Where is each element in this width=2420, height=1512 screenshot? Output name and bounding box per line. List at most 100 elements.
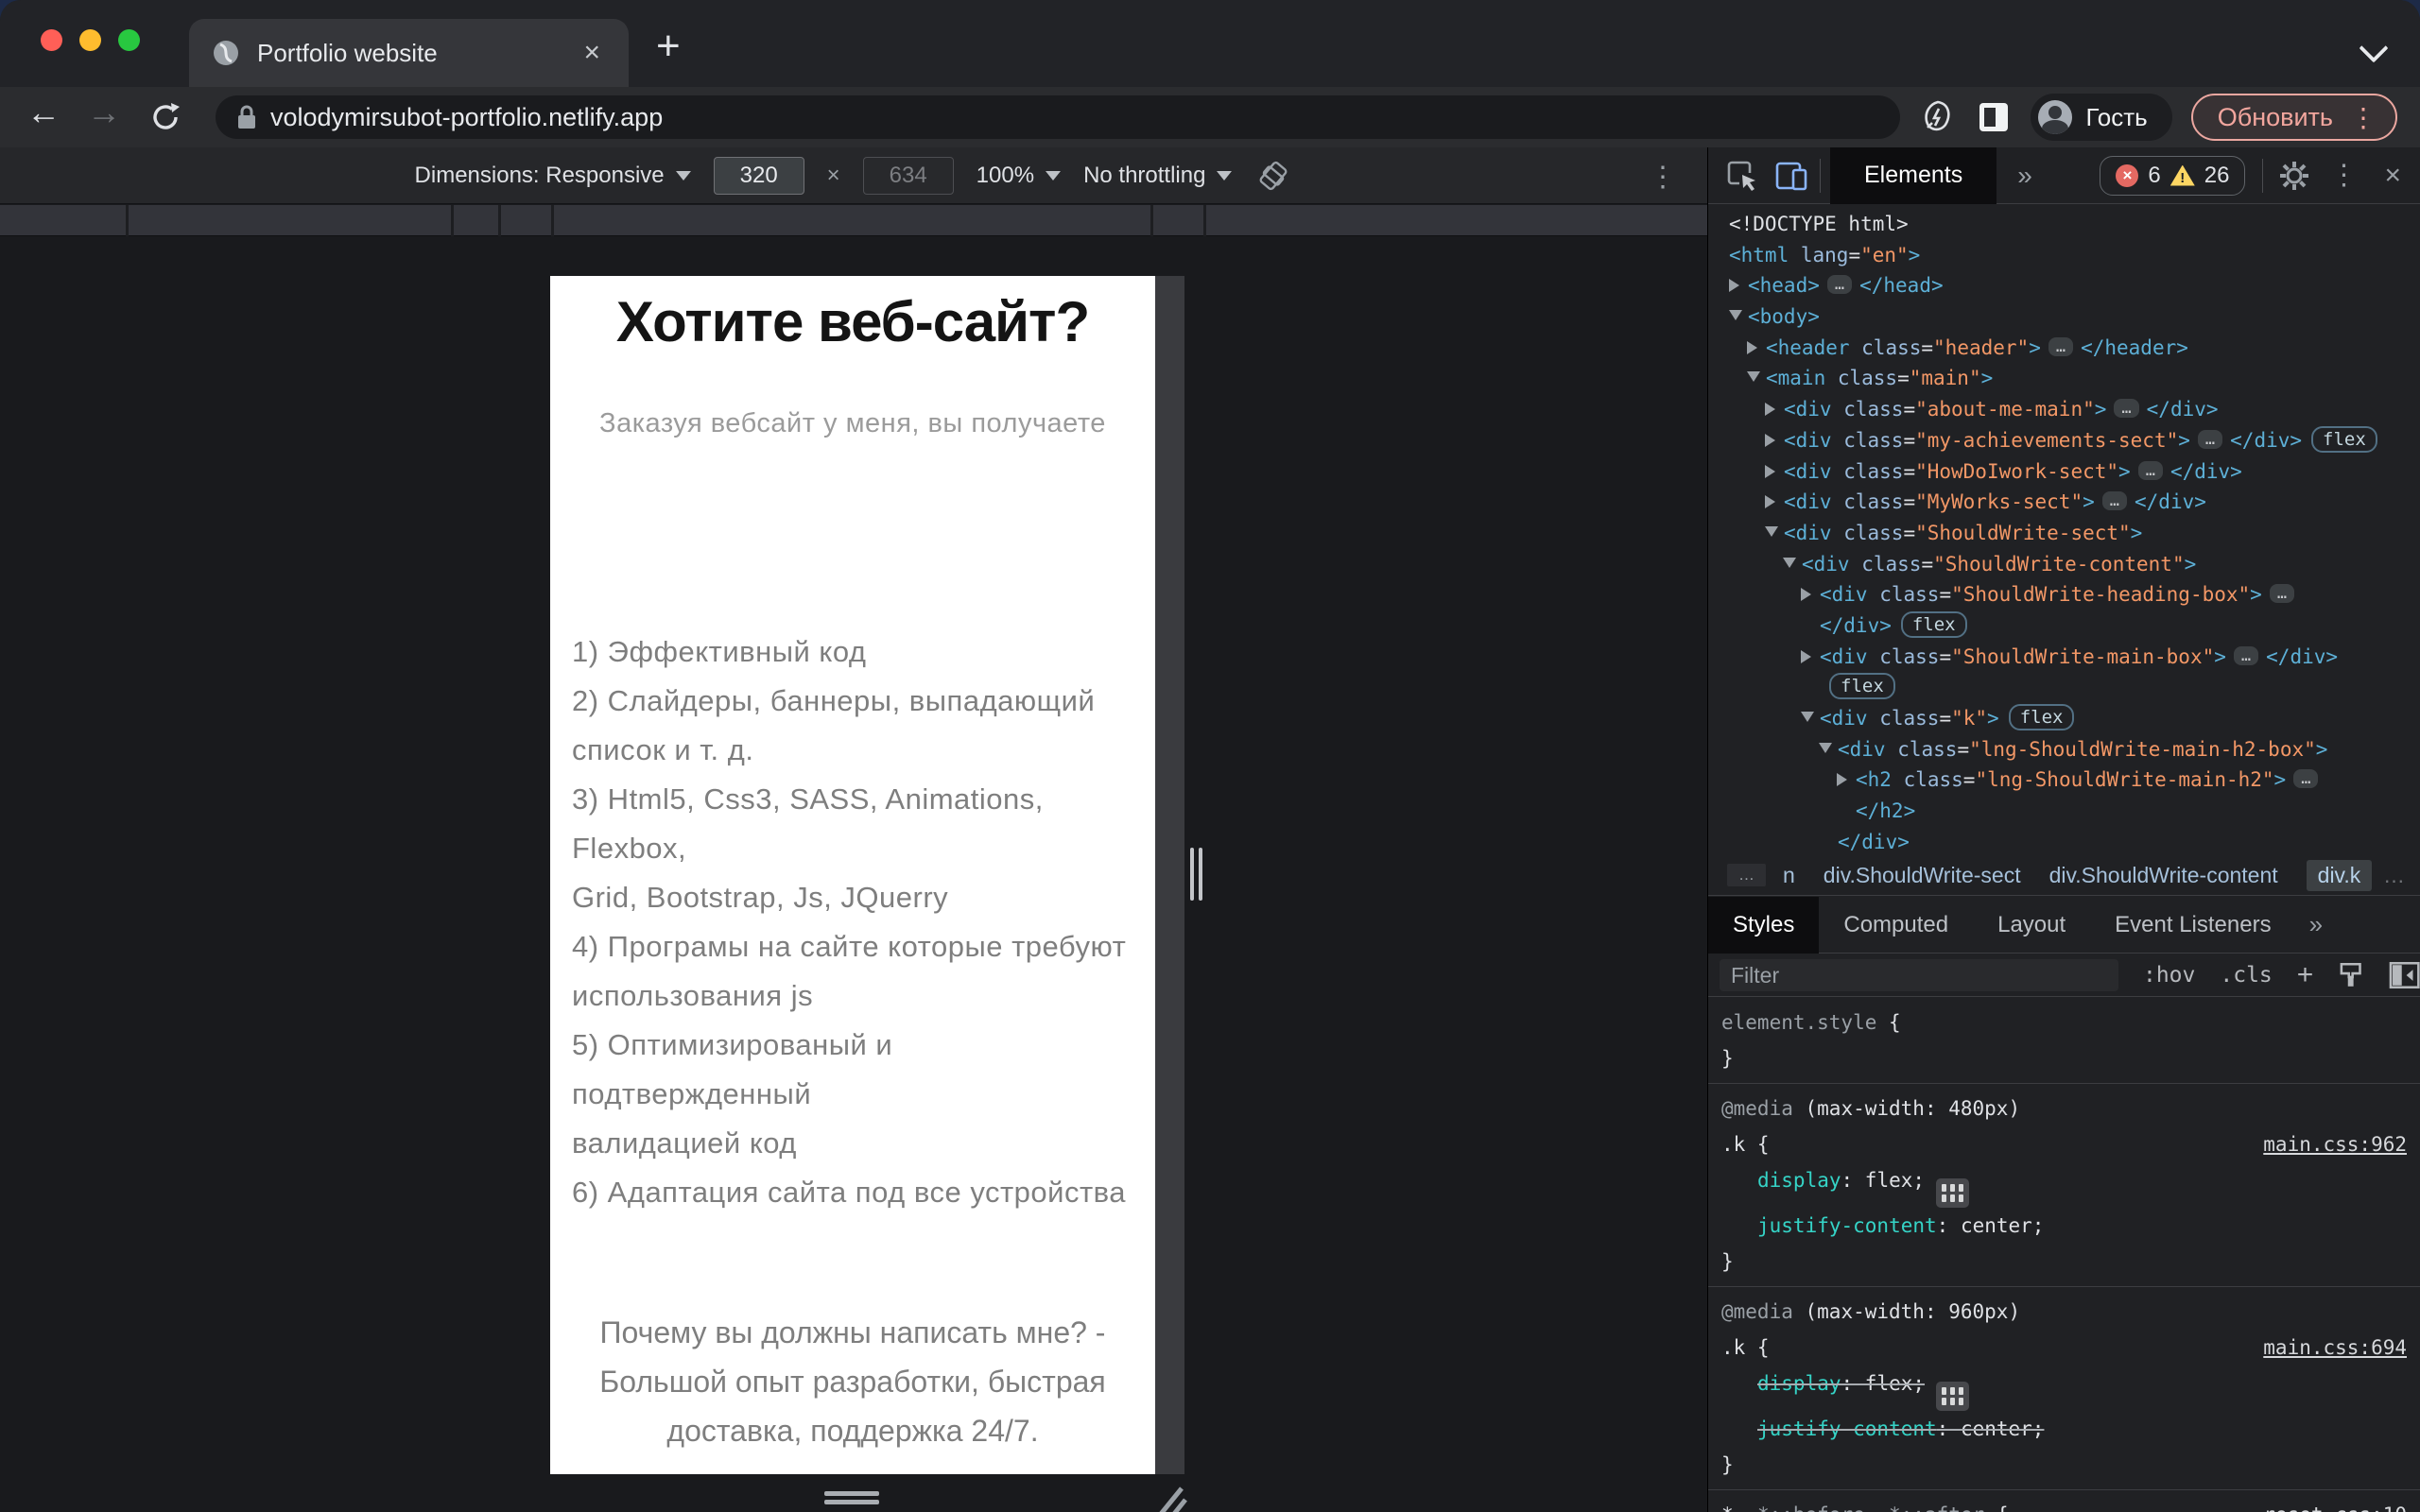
- back-icon[interactable]: ←: [26, 93, 60, 132]
- throttling-dropdown[interactable]: No throttling: [1083, 163, 1233, 189]
- collapse-arrow-icon[interactable]: [1765, 518, 1784, 549]
- traffic-light-zoom[interactable]: [118, 29, 140, 51]
- expand-ellipsis-button[interactable]: …: [2293, 769, 2319, 789]
- more-panes-icon[interactable]: »: [2309, 910, 2323, 939]
- expand-ellipsis-button[interactable]: …: [1826, 275, 1853, 295]
- expand-ellipsis-button[interactable]: …: [2197, 429, 2223, 449]
- browser-menu-dots-icon[interactable]: ⋮: [2350, 102, 2377, 133]
- dom-tree-row[interactable]: <head> … </head>: [1708, 270, 2420, 301]
- expand-ellipsis-button[interactable]: …: [2048, 336, 2074, 356]
- tab-elements[interactable]: Elements: [1830, 146, 1997, 204]
- collapse-arrow-icon[interactable]: [1783, 549, 1802, 580]
- style-rule-line[interactable]: justify-content: center;: [1708, 1411, 2420, 1447]
- style-rule-line[interactable]: }: [1708, 1244, 2420, 1280]
- dom-tree-row[interactable]: </h2>: [1708, 796, 2420, 827]
- style-rule-line[interactable]: @media (max-width: 960px): [1708, 1294, 2420, 1330]
- dom-tree-row[interactable]: <div class="ShouldWrite-main-box"> … </div…: [1708, 642, 2420, 673]
- flex-badge[interactable]: flex: [2008, 704, 2075, 730]
- dom-tree-row[interactable]: <html lang="en">: [1708, 240, 2420, 271]
- expand-ellipsis-button[interactable]: …: [2269, 584, 2295, 604]
- device-toolbar-menu-icon[interactable]: ⋮: [1649, 161, 1677, 194]
- dom-tree-row[interactable]: </div> flex: [1708, 610, 2420, 642]
- style-rule-line[interactable]: }: [1708, 1040, 2420, 1076]
- collapse-arrow-icon[interactable]: [1729, 301, 1748, 333]
- dom-tree-row[interactable]: </div>: [1708, 827, 2420, 855]
- stylesheet-source-link[interactable]: main.css:694: [2263, 1330, 2407, 1366]
- style-rule-line[interactable]: justify-content: center;: [1708, 1208, 2420, 1244]
- flex-editor-icon[interactable]: [1936, 1382, 1970, 1411]
- collapse-arrow-icon[interactable]: [1747, 363, 1766, 394]
- expand-ellipsis-button[interactable]: …: [2137, 460, 2163, 480]
- breadcrumb-item[interactable]: div.ShouldWrite-content: [2049, 863, 2278, 888]
- dom-tree-row[interactable]: <div class="about-me-main"> … </div>: [1708, 394, 2420, 425]
- reload-icon[interactable]: [147, 99, 183, 135]
- inspect-element-icon[interactable]: [1723, 158, 1759, 194]
- dom-tree-row[interactable]: <h2 class="lng-ShouldWrite-main-h2">…: [1708, 765, 2420, 796]
- dock-sidebar-icon[interactable]: [2389, 960, 2420, 990]
- flex-editor-icon[interactable]: [1936, 1178, 1970, 1208]
- profile-button[interactable]: Гость: [2031, 94, 2172, 141]
- url-bar[interactable]: volodymirsubot-portfolio.netlify.app: [216, 95, 1900, 139]
- devtools-close-icon[interactable]: ×: [2384, 160, 2401, 192]
- breadcrumb-item[interactable]: …: [2383, 863, 2405, 888]
- dom-tree-row[interactable]: <div class="ShouldWrite-sect">: [1708, 518, 2420, 549]
- settings-gear-icon[interactable]: [2278, 160, 2310, 192]
- style-rule-line[interactable]: @media (max-width: 480px): [1708, 1091, 2420, 1126]
- stylesheet-source-link[interactable]: main.css:962: [2263, 1126, 2407, 1162]
- flex-badge[interactable]: flex: [1829, 673, 1895, 700]
- style-rule-line[interactable]: .k {main.css:962: [1708, 1126, 2420, 1162]
- traffic-light-close[interactable]: [41, 29, 62, 51]
- dom-tree-row[interactable]: flex: [1708, 672, 2420, 703]
- battery-saver-icon[interactable]: [1919, 98, 1957, 136]
- viewport-resize-handle-corner[interactable]: [1144, 1483, 1187, 1512]
- tab-computed[interactable]: Computed: [1819, 897, 1973, 954]
- expand-ellipsis-button[interactable]: …: [2101, 491, 2128, 511]
- expand-ellipsis-button[interactable]: …: [2233, 645, 2259, 665]
- toggle-hover-state-button[interactable]: :hov: [2143, 963, 2195, 988]
- browser-tab[interactable]: Portfolio website ×: [189, 19, 629, 87]
- dom-tree-row[interactable]: <!DOCTYPE html>: [1708, 209, 2420, 240]
- tab-styles[interactable]: Styles: [1708, 896, 1820, 954]
- dimensions-dropdown[interactable]: Dimensions: Responsive: [415, 163, 691, 189]
- devtools-menu-dots-icon[interactable]: ⋮: [2329, 159, 2358, 192]
- breadcrumb-selected[interactable]: div.k: [2306, 859, 2373, 891]
- issues-badge[interactable]: × 6 ! 26: [2100, 155, 2246, 196]
- viewport-width-input[interactable]: 320: [713, 156, 804, 195]
- expand-arrow-icon[interactable]: [1765, 425, 1784, 456]
- styles-filter-input[interactable]: Filter: [1720, 959, 2118, 991]
- stylesheet-source-link[interactable]: reset.css:10: [2263, 1497, 2407, 1512]
- expand-arrow-icon[interactable]: [1729, 270, 1748, 301]
- expand-arrow-icon[interactable]: [1765, 487, 1784, 518]
- breadcrumb-item[interactable]: div.ShouldWrite-sect: [1824, 863, 2021, 888]
- new-style-rule-icon[interactable]: +: [2297, 959, 2314, 991]
- toggle-classes-button[interactable]: .cls: [2220, 963, 2272, 988]
- chevron-down-icon[interactable]: [2359, 33, 2389, 63]
- dom-tree-row[interactable]: <div class="ShouldWrite-heading-box">…: [1708, 579, 2420, 610]
- flex-badge[interactable]: flex: [2311, 425, 2377, 453]
- expand-ellipsis-button[interactable]: …: [2114, 399, 2139, 419]
- expand-arrow-icon[interactable]: [1765, 394, 1784, 425]
- breadcrumb-item[interactable]: n: [1783, 863, 1795, 888]
- style-rule-line[interactable]: .k {main.css:694: [1708, 1330, 2420, 1366]
- dom-tree-row[interactable]: <body>: [1708, 301, 2420, 333]
- dom-tree-row[interactable]: <div class="HowDoIwork-sect"> … </div>: [1708, 456, 2420, 488]
- dom-tree-row[interactable]: <main class="main">: [1708, 363, 2420, 394]
- style-rule-line[interactable]: element.style {: [1708, 1005, 2420, 1040]
- style-rule-line[interactable]: display: flex;: [1708, 1366, 2420, 1411]
- expand-arrow-icon[interactable]: [1801, 642, 1820, 673]
- expand-arrow-icon[interactable]: [1747, 333, 1766, 364]
- dom-tree-row[interactable]: <div class="my-achievements-sect"> … </div…: [1708, 425, 2420, 456]
- tab-layout[interactable]: Layout: [1973, 897, 2090, 954]
- dom-tree-row[interactable]: <div class="lng-ShouldWrite-main-h2-box"…: [1708, 734, 2420, 765]
- collapse-arrow-icon[interactable]: [1801, 703, 1820, 734]
- breadcrumb-item[interactable]: …: [1727, 864, 1766, 886]
- media-query-bar[interactable]: [0, 205, 1707, 236]
- more-tabs-icon[interactable]: »: [2017, 161, 2032, 191]
- new-tab-icon[interactable]: +: [656, 26, 681, 67]
- dom-tree-row[interactable]: <div class="ShouldWrite-content">: [1708, 549, 2420, 580]
- zoom-dropdown[interactable]: 100%: [977, 163, 1062, 189]
- dom-tree-row[interactable]: <header class="header"> … </header>: [1708, 333, 2420, 364]
- dom-tree-row[interactable]: <div class="k"> flex: [1708, 703, 2420, 734]
- traffic-light-minimize[interactable]: [79, 29, 101, 51]
- viewport-resize-handle-right[interactable]: [1190, 848, 1205, 901]
